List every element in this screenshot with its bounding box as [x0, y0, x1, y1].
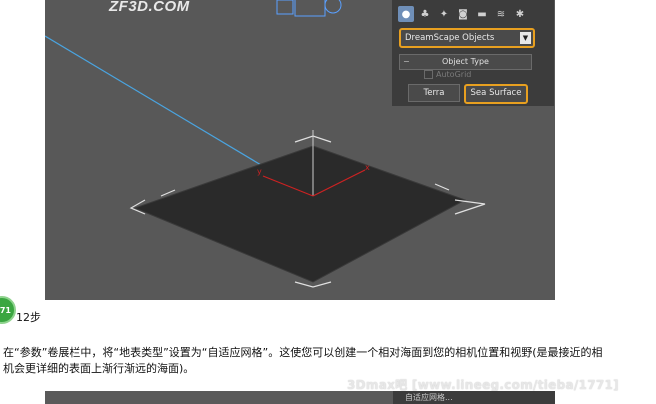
sea-surface-button[interactable]: Sea Surface: [464, 84, 528, 104]
geometry-sphere-icon[interactable]: ●: [398, 6, 414, 22]
command-panel: ● ♣ ✦ ◙ ▬ ≋ ✱ DreamScape Objects ▼ − Obj…: [392, 0, 554, 106]
camera-wire-icon: [276, 0, 342, 17]
autogrid-label: AutoGrid: [436, 70, 472, 79]
create-tab-row: ● ♣ ✦ ◙ ▬ ≋ ✱: [398, 6, 528, 24]
site-logo: ZF3D.COM: [109, 0, 190, 15]
step-title: 12步: [16, 311, 41, 324]
cameras-icon[interactable]: ◙: [455, 6, 471, 22]
object-category-dropdown[interactable]: DreamScape Objects ▼: [399, 28, 535, 48]
lights-icon[interactable]: ✦: [436, 6, 452, 22]
y-axis-label: y: [257, 167, 262, 176]
spacewarps-icon[interactable]: ≋: [493, 6, 509, 22]
step-number-badge: 71: [0, 296, 16, 324]
x-axis-label: x: [365, 163, 370, 172]
systems-icon[interactable]: ✱: [512, 6, 528, 22]
next-panel-label: 自适应网格...: [405, 393, 453, 402]
helpers-icon[interactable]: ▬: [474, 6, 490, 22]
shapes-icon[interactable]: ♣: [417, 6, 433, 22]
step-description: 在“参数”卷展栏中，将“地表类型”设置为“自适应网格”。这使您可以创建一个相对海…: [3, 346, 603, 375]
collapse-icon: −: [403, 57, 410, 66]
terra-button[interactable]: Terra: [408, 84, 460, 102]
viewport-screenshot: x y ZF3D.COM ● ♣ ✦ ◙ ▬ ≋ ✱ DreamScape Ob…: [45, 0, 555, 300]
object-type-rollout-header[interactable]: − Object Type: [399, 54, 532, 70]
sea-surface-plane: [133, 145, 467, 283]
next-screenshot-preview: 自适应网格...: [45, 391, 555, 404]
dropdown-value: DreamScape Objects: [405, 33, 495, 43]
autogrid-option[interactable]: AutoGrid: [424, 70, 471, 79]
chevron-down-icon[interactable]: ▼: [520, 32, 531, 44]
rollout-title: Object Type: [442, 57, 489, 66]
autogrid-checkbox[interactable]: [424, 70, 433, 79]
